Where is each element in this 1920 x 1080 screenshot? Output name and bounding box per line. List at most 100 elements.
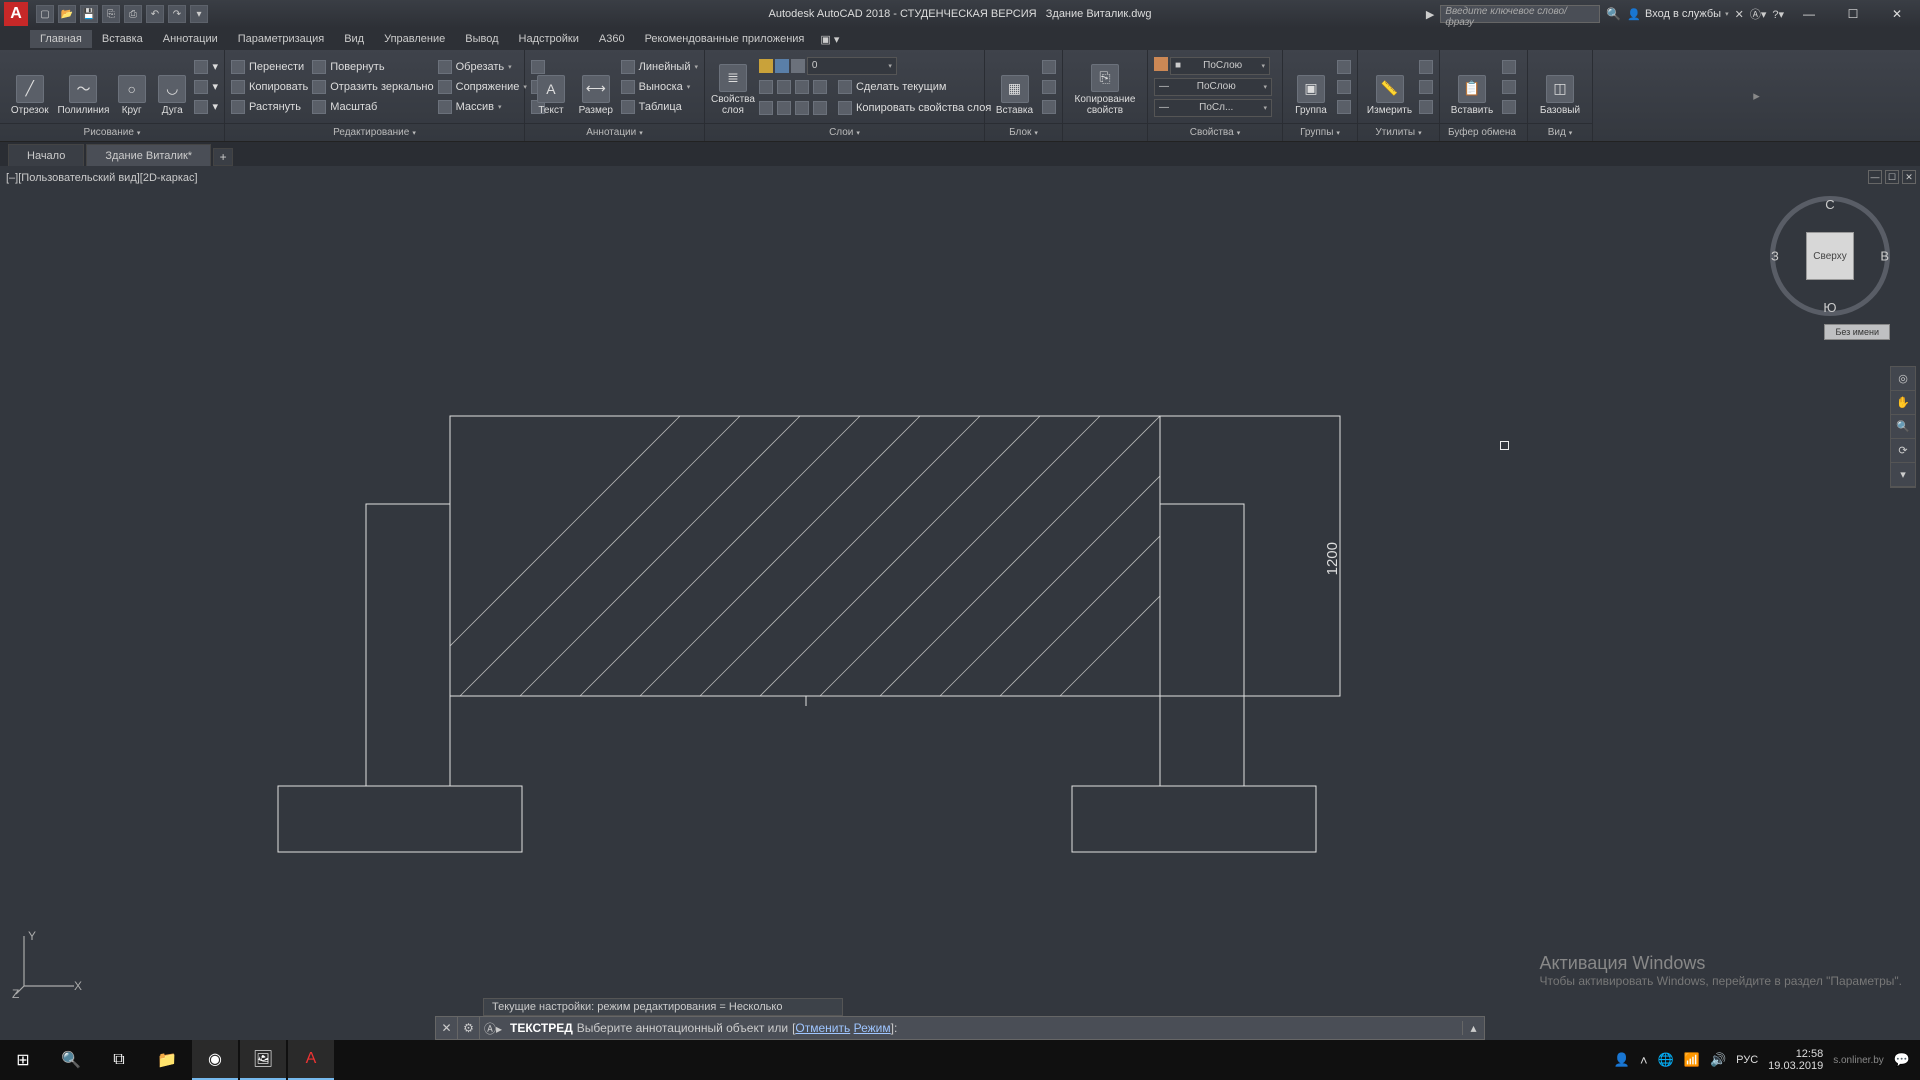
color-combo[interactable]: ■ ПоСлою▾	[1170, 57, 1270, 75]
matchprops-button[interactable]: ⎘Копирование свойств	[1069, 58, 1141, 116]
panel-title-layers[interactable]: Слои	[705, 123, 984, 141]
minimize-button[interactable]: —	[1790, 4, 1828, 24]
stretch-button[interactable]: Растянуть	[231, 98, 308, 116]
qat-more-icon[interactable]: ▾	[190, 5, 208, 23]
cmd-opt-undo[interactable]: Отменить	[795, 1021, 850, 1035]
tab-doc[interactable]: Здание Виталик*	[86, 144, 211, 166]
trim-button[interactable]: Обрезать▾	[438, 58, 527, 76]
lang-indicator[interactable]: РУС	[1736, 1054, 1758, 1066]
panel-title-draw[interactable]: Рисование	[0, 123, 224, 141]
open-icon[interactable]: 📂	[58, 5, 76, 23]
draw-extra3[interactable]: ▾	[194, 98, 218, 116]
clip-ex2[interactable]	[1502, 78, 1516, 96]
group-ex1[interactable]	[1337, 58, 1351, 76]
makecurrent-button[interactable]: Сделать текущим	[759, 78, 991, 96]
ucs-icon[interactable]: Y X Z	[12, 928, 82, 998]
paste-button[interactable]: 📋Вставить	[1446, 58, 1498, 116]
mirror-button[interactable]: Отразить зеркально	[312, 78, 433, 96]
clip-ex3[interactable]	[1502, 98, 1516, 116]
undo-icon[interactable]: ↶	[146, 5, 164, 23]
bulb-icon[interactable]	[759, 59, 773, 73]
copy-button[interactable]: Копировать	[231, 78, 308, 96]
explorer-button[interactable]: 📁	[144, 1040, 190, 1080]
cmd-opt-mode[interactable]: Режим	[854, 1021, 891, 1035]
tab-parametric[interactable]: Параметризация	[228, 30, 334, 48]
tab-home[interactable]: Главная	[30, 30, 92, 48]
panel-title-annot[interactable]: Аннотации	[525, 123, 704, 141]
rotate-button[interactable]: Повернуть	[312, 58, 433, 76]
cmd-config-icon[interactable]: ⚙	[458, 1017, 480, 1039]
panel-title-view[interactable]: Вид	[1528, 123, 1592, 141]
app-icon[interactable]: A	[4, 2, 28, 26]
polyline-button[interactable]: 〜Полилиния	[58, 58, 110, 116]
cmd-close-icon[interactable]: ✕	[436, 1017, 458, 1039]
start-button[interactable]: ⊞	[0, 1040, 46, 1080]
print-icon[interactable]: ⎙	[124, 5, 142, 23]
a360-icon[interactable]: Ⓐ▾	[1750, 6, 1767, 22]
group-ex3[interactable]	[1337, 98, 1351, 116]
tab-insert[interactable]: Вставка	[92, 30, 153, 48]
layer-combo[interactable]: 0▾	[807, 57, 897, 75]
fillet-button[interactable]: Сопряжение▾	[438, 78, 527, 96]
scale-button[interactable]: Масштаб	[312, 98, 433, 116]
save-icon[interactable]: 💾	[80, 5, 98, 23]
tab-a360[interactable]: A360	[589, 30, 635, 48]
group-button[interactable]: ▣Группа	[1289, 58, 1333, 116]
linetype-combo[interactable]: —ПоСл...▾	[1154, 99, 1272, 117]
group-ex2[interactable]	[1337, 78, 1351, 96]
panel-title-util[interactable]: Утилиты	[1358, 123, 1439, 141]
baseview-button[interactable]: ◫Базовый	[1534, 58, 1586, 116]
dim-button[interactable]: ⟷Размер	[575, 58, 617, 116]
util-ex3[interactable]	[1419, 98, 1433, 116]
draw-extra2[interactable]: ▾	[194, 78, 218, 96]
close-button[interactable]: ✕	[1878, 4, 1916, 24]
tab-view[interactable]: Вид	[334, 30, 374, 48]
sound-icon[interactable]: 🔊	[1710, 1052, 1726, 1068]
tab-manage[interactable]: Управление	[374, 30, 455, 48]
lineweight-combo[interactable]: —ПоСлою▾	[1154, 78, 1272, 96]
infocenter-icon[interactable]: 🔍	[1606, 7, 1621, 21]
draw-extra1[interactable]: ▾	[194, 58, 218, 76]
saveas-icon[interactable]: ⎘	[102, 5, 120, 23]
panel-title-block[interactable]: Блок	[985, 123, 1062, 141]
circle-button[interactable]: ○Круг	[113, 58, 150, 116]
move-button[interactable]: Перенести	[231, 58, 308, 76]
layerprops-button[interactable]: ≣Свойства слоя	[711, 58, 755, 116]
taskview-button[interactable]: ⧉	[96, 1040, 142, 1080]
color-swatch-icon[interactable]	[1154, 57, 1168, 71]
util-ex1[interactable]	[1419, 58, 1433, 76]
search-button[interactable]: 🔍	[48, 1040, 94, 1080]
dim-1200[interactable]: 1200	[1324, 542, 1341, 575]
tray-up-icon[interactable]: ˄	[1640, 1053, 1648, 1068]
array-button[interactable]: Массив▾	[438, 98, 527, 116]
copylayer-button[interactable]: Копировать свойства слоя	[759, 99, 991, 117]
people-icon[interactable]: 👤	[1614, 1052, 1630, 1068]
help-icon[interactable]: ?▾	[1772, 8, 1784, 21]
measure-button[interactable]: 📏Измерить	[1364, 58, 1415, 116]
tab-annotate[interactable]: Аннотации	[153, 30, 228, 48]
command-input[interactable]	[897, 1021, 1462, 1035]
autocad-button[interactable]: A	[288, 1040, 334, 1080]
block-ex2[interactable]	[1042, 78, 1056, 96]
tab-featured[interactable]: Рекомендованные приложения	[635, 30, 815, 48]
text-button[interactable]: AТекст	[531, 58, 571, 116]
tab-start[interactable]: Начало	[8, 144, 84, 166]
search-input[interactable]: Введите ключевое слово/фразу	[1440, 5, 1600, 23]
tab-expand-icon[interactable]: ▣ ▾	[814, 30, 845, 49]
notif-icon[interactable]: 💬	[1894, 1052, 1910, 1068]
block-ex3[interactable]	[1042, 98, 1056, 116]
sun-icon[interactable]	[775, 59, 789, 73]
panel-title-edit[interactable]: Редактирование	[225, 123, 524, 141]
network-icon[interactable]: 🌐	[1658, 1052, 1674, 1068]
util-ex2[interactable]	[1419, 78, 1433, 96]
panel-title-props[interactable]: Свойства	[1148, 123, 1282, 141]
clock[interactable]: 12:58 19.03.2019	[1768, 1048, 1823, 1072]
app1-button[interactable]: 🖼	[240, 1040, 286, 1080]
tab-addins[interactable]: Надстройки	[509, 30, 589, 48]
lock-icon[interactable]	[791, 59, 805, 73]
insert-button[interactable]: ▦Вставка	[991, 58, 1038, 116]
panel-title-groups[interactable]: Группы	[1283, 123, 1357, 141]
add-tab-button[interactable]: +	[213, 148, 233, 166]
line-button[interactable]: ╱Отрезок	[6, 58, 54, 116]
leader-button[interactable]: Выноска▾	[621, 78, 698, 96]
